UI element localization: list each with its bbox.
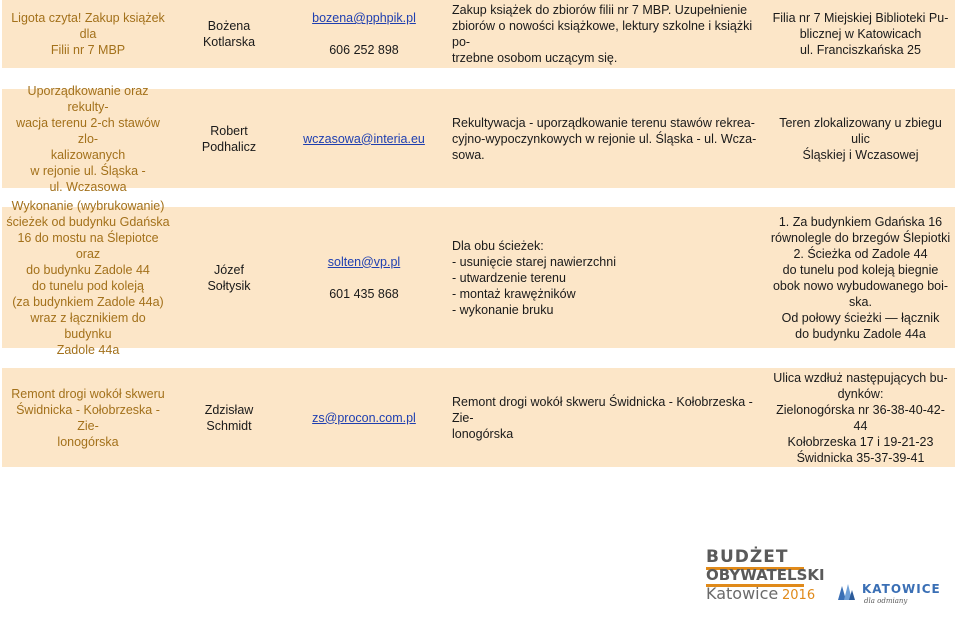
katowice-logo: KATOWICE dla odmiany: [836, 578, 956, 608]
table-row: Remont drogi wokół skweru Świdnicka - Ko…: [2, 368, 955, 467]
project-location: Teren zlokalizowany u zbiegu ulic Śląski…: [779, 115, 942, 162]
email-link[interactable]: bozena@pphpik.pl: [312, 10, 416, 26]
contact-details: bozena@pphpik.pl 606 252 898: [284, 0, 444, 68]
logo-line-obywatelski: OBYWATELSKI: [706, 566, 825, 584]
email-link[interactable]: zs@procon.com.pl: [312, 410, 416, 426]
email-link[interactable]: solten@vp.pl: [328, 254, 400, 270]
project-name: Wykonanie (wybrukowanie) ścieżek od budy…: [6, 198, 170, 357]
budzet-obywatelski-logo: BUDŻET OBYWATELSKI Katowice 2016: [706, 547, 825, 616]
katowice-tagline: dla odmiany: [864, 597, 908, 605]
contact-details: zs@procon.com.pl: [284, 368, 444, 467]
logo-year: 2016: [782, 588, 816, 603]
table-row: Uporządkowanie oraz rekulty- wacja teren…: [2, 83, 955, 194]
project-description: Remont drogi wokół skweru Świdnicka - Ko…: [452, 394, 753, 441]
project-location: Ulica wzdłuż następujących bu- dynków: Z…: [773, 370, 948, 465]
table-row: Wykonanie (wybrukowanie) ścieżek od budy…: [2, 198, 955, 357]
katowice-mark-icon: [838, 584, 855, 600]
contact-person: Bożena Kotlarska: [202, 19, 256, 49]
project-location: 1. Za budynkiem Gdańska 16 równolegle do…: [770, 214, 951, 341]
contact-details: wczasowa@interia.eu: [284, 89, 444, 188]
project-name: Ligota czyta! Zakup książek dla Filii nr…: [11, 11, 165, 57]
phone-number: 606 252 898: [329, 43, 399, 57]
logo-city: Katowice: [706, 584, 779, 603]
project-name: Remont drogi wokół skweru Świdnicka - Ko…: [11, 386, 165, 449]
contact-person: Zdzisław Schmidt: [204, 402, 254, 433]
table-row: Ligota czyta! Zakup książek dla Filii nr…: [2, 0, 955, 68]
email-link[interactable]: wczasowa@interia.eu: [303, 131, 425, 147]
phone-number: 601 435 868: [329, 286, 399, 301]
logo-line-budzet: BUDŻET: [706, 547, 789, 567]
contact-person: Józef Sołtysik: [207, 262, 251, 293]
project-name: Uporządkowanie oraz rekulty- wacja teren…: [16, 83, 160, 194]
katowice-name: KATOWICE: [862, 582, 941, 596]
project-description: Rekultywacja - uporządkowanie terenu sta…: [452, 115, 757, 162]
project-description: Dla obu ścieżek: - usunięcie starej nawi…: [452, 238, 616, 317]
project-description: Zakup książek do zbiorów filii nr 7 MBP.…: [452, 3, 753, 65]
contact-details: solten@vp.pl 601 435 868: [284, 207, 444, 348]
project-location: Filia nr 7 Miejskiej Biblioteki Pu- blic…: [772, 11, 949, 57]
contact-person: Robert Podhalicz: [201, 123, 257, 154]
